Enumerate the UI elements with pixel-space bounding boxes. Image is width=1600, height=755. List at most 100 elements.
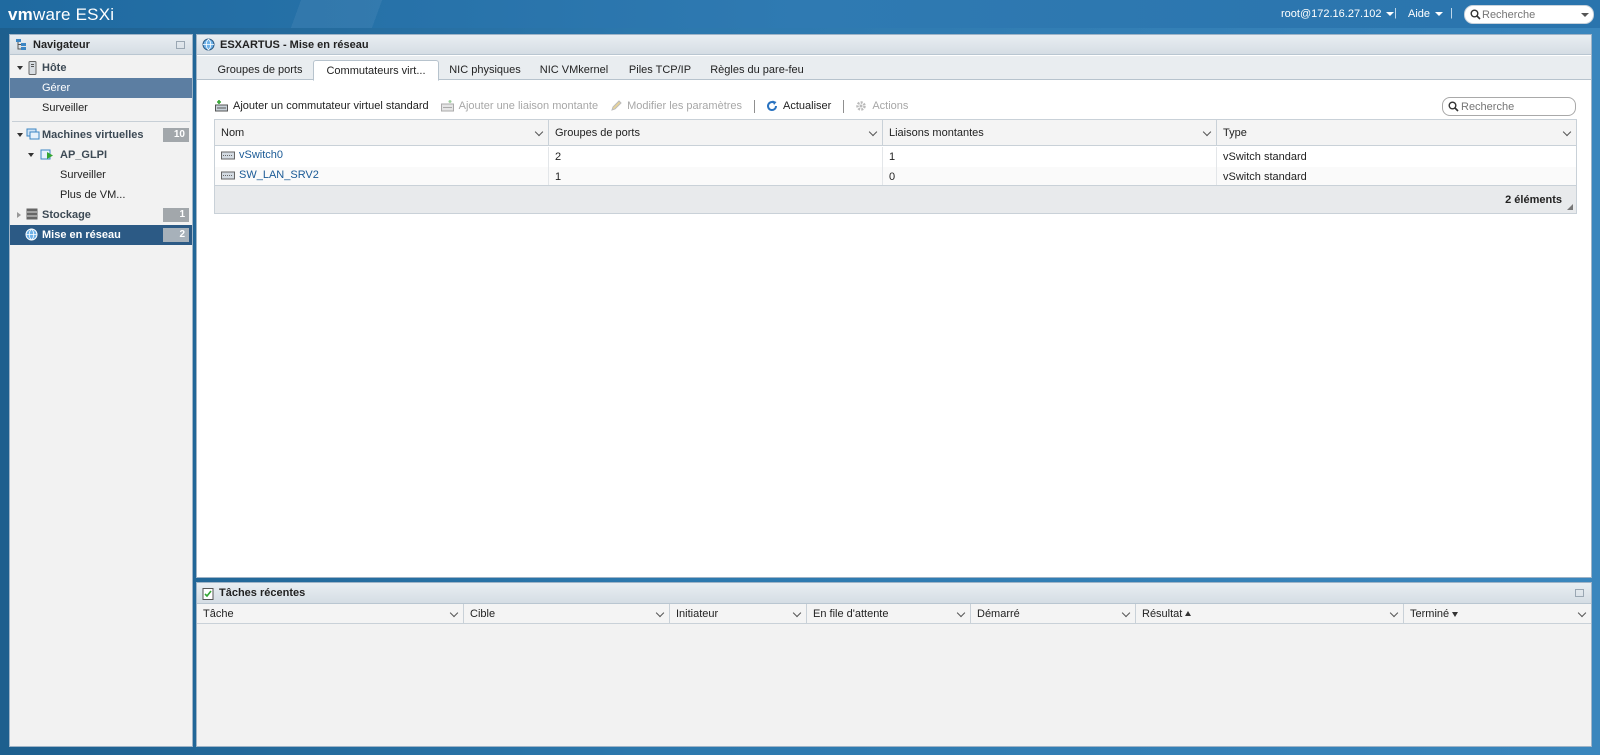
chevron-down-icon[interactable]: [868, 127, 878, 137]
chevron-down-icon[interactable]: [792, 608, 802, 618]
nav-host-monitor[interactable]: Surveiller: [10, 98, 192, 118]
tab-virtual-switches[interactable]: Commutateurs virt...: [313, 60, 439, 81]
nav-host[interactable]: Hôte: [10, 58, 192, 78]
column-header-name[interactable]: Nom: [215, 120, 549, 146]
chevron-down-icon[interactable]: [1202, 127, 1212, 137]
storage-icon: [26, 208, 38, 220]
navigator-panel: Navigateur Hôte Gérer Surveiller Machine…: [9, 34, 193, 747]
help-menu[interactable]: Aide: [1408, 8, 1444, 20]
main-panel: ESXARTUS - Mise en réseau Groupes de por…: [196, 34, 1592, 578]
chevron-down-icon[interactable]: [1121, 608, 1131, 618]
main-header: ESXARTUS - Mise en réseau: [197, 35, 1591, 55]
tab-bar: Groupes de ports Commutateurs virt... NI…: [197, 56, 1591, 81]
tab-physical-nics[interactable]: NIC physiques: [445, 60, 525, 80]
column-header-uplinks[interactable]: Liaisons montantes: [883, 120, 1217, 146]
nav-virtual-machines[interactable]: Machines virtuelles 10: [10, 125, 192, 145]
network-globe-icon: [202, 38, 215, 51]
divider: [12, 121, 190, 122]
global-search-input[interactable]: [1482, 7, 1572, 22]
tasks-clipboard-icon: [202, 587, 214, 600]
top-bar: vmware ESXi root@172.16.27.102 | Aide |: [0, 0, 1600, 28]
tasks-table-header: Tâche Cible Initiateur En file d'attente…: [197, 604, 1591, 624]
chevron-down-icon[interactable]: [1562, 127, 1572, 137]
separator: |: [1450, 7, 1453, 19]
chevron-down-icon[interactable]: [1389, 608, 1399, 618]
navigator-tree-icon: [16, 39, 26, 50]
expand-toggle-icon[interactable]: [28, 153, 34, 157]
table-search-input[interactable]: [1461, 99, 1561, 114]
network-count-badge: 2: [163, 228, 189, 242]
chevron-down-icon[interactable]: [655, 608, 665, 618]
chevron-down-icon[interactable]: [534, 127, 544, 137]
vm-count-badge: 10: [163, 128, 189, 142]
column-header-type[interactable]: Type: [1217, 120, 1576, 146]
recent-tasks-header: Tâches récentes: [197, 583, 1591, 604]
table-header: Nom Groupes de ports Liaisons montantes …: [215, 120, 1576, 146]
sort-ascending-icon: [1185, 611, 1192, 616]
vswitch-icon: [221, 171, 235, 180]
chevron-down-icon: [1435, 12, 1444, 17]
chevron-down-icon[interactable]: [956, 608, 966, 618]
column-header-completed[interactable]: Terminé: [1404, 604, 1591, 624]
tab-vmkernel-nics[interactable]: NIC VMkernel: [535, 60, 613, 80]
tab-firewall-rules[interactable]: Règles du pare-feu: [709, 60, 805, 80]
add-uplink-icon: [440, 100, 454, 112]
column-header-started[interactable]: Démarré: [971, 604, 1136, 624]
vswitch-table: Nom Groupes de ports Liaisons montantes …: [214, 119, 1577, 214]
add-switch-button[interactable]: Ajouter un commutateur virtuel standard: [215, 100, 429, 112]
nav-storage[interactable]: Stockage 1: [10, 205, 192, 225]
separator: |: [1394, 7, 1397, 19]
recent-tasks-title: Tâches récentes: [219, 587, 306, 599]
recent-tasks-panel: Tâches récentes Tâche Cible Initiateur E…: [196, 582, 1592, 747]
chevron-down-icon[interactable]: [449, 608, 459, 618]
toolbar: Ajouter un commutateur virtuel standard …: [215, 97, 920, 115]
expand-toggle-icon[interactable]: [17, 66, 23, 70]
toolbar-separator: [754, 99, 756, 113]
column-header-queued[interactable]: En file d'attente: [807, 604, 971, 624]
column-header-target[interactable]: Cible: [464, 604, 670, 624]
storage-count-badge: 1: [163, 208, 189, 222]
nav-more-vms[interactable]: Plus de VM...: [10, 185, 192, 205]
collapse-panel-icon[interactable]: [176, 41, 185, 49]
user-menu[interactable]: root@172.16.27.102: [1281, 8, 1395, 20]
nav-vm-monitor[interactable]: Surveiller: [10, 165, 192, 185]
table-footer: 2 éléments: [215, 185, 1576, 213]
global-search[interactable]: [1464, 5, 1594, 24]
refresh-button[interactable]: Actualiser: [766, 100, 831, 112]
switch-name-link[interactable]: SW_LAN_SRV2: [215, 167, 549, 187]
actions-button[interactable]: Actions: [855, 100, 908, 112]
tab-tcpip-stacks[interactable]: Piles TCP/IP: [625, 60, 695, 80]
add-uplink-button[interactable]: Ajouter une liaison montante: [440, 100, 598, 112]
column-header-port-groups[interactable]: Groupes de ports: [549, 120, 883, 146]
column-header-result[interactable]: Résultat: [1136, 604, 1404, 624]
search-icon: [1470, 9, 1481, 20]
page-title: ESXARTUS - Mise en réseau: [220, 38, 369, 51]
toolbar-separator: [843, 99, 845, 113]
vmware-esxi-logo: vmware ESXi: [8, 5, 115, 24]
navigator-title: Navigateur: [33, 38, 90, 51]
chevron-down-icon[interactable]: [1581, 13, 1589, 17]
switch-name-link[interactable]: vSwitch0: [215, 147, 549, 167]
add-switch-icon: [215, 100, 228, 112]
nav-networking[interactable]: Mise en réseau 2: [10, 225, 192, 245]
chevron-down-icon[interactable]: [1577, 608, 1587, 618]
nav-host-manage[interactable]: Gérer: [10, 78, 192, 98]
column-header-initiator[interactable]: Initiateur: [670, 604, 807, 624]
refresh-icon: [767, 100, 778, 112]
table-search[interactable]: [1442, 97, 1576, 116]
table-row[interactable]: SW_LAN_SRV2 1 0 vSwitch standard: [215, 167, 1576, 187]
edit-settings-button[interactable]: Modifier les paramètres: [610, 100, 742, 112]
expand-toggle-icon[interactable]: [17, 133, 23, 137]
item-count: 2 éléments: [1505, 194, 1562, 206]
tab-port-groups[interactable]: Groupes de ports: [207, 60, 313, 80]
vswitch-icon: [221, 151, 235, 160]
gear-icon: [856, 101, 867, 111]
collapsed-toggle-icon[interactable]: [17, 212, 21, 218]
resize-grip-icon[interactable]: [1567, 204, 1573, 210]
vm-powered-on-icon: [40, 149, 53, 160]
header-decoration: [220, 0, 480, 28]
table-row[interactable]: vSwitch0 2 1 vSwitch standard: [215, 147, 1576, 167]
column-header-task[interactable]: Tâche: [197, 604, 464, 624]
nav-vm-ap-glpi[interactable]: AP_GLPI: [10, 145, 192, 165]
collapse-panel-icon[interactable]: [1575, 589, 1584, 597]
